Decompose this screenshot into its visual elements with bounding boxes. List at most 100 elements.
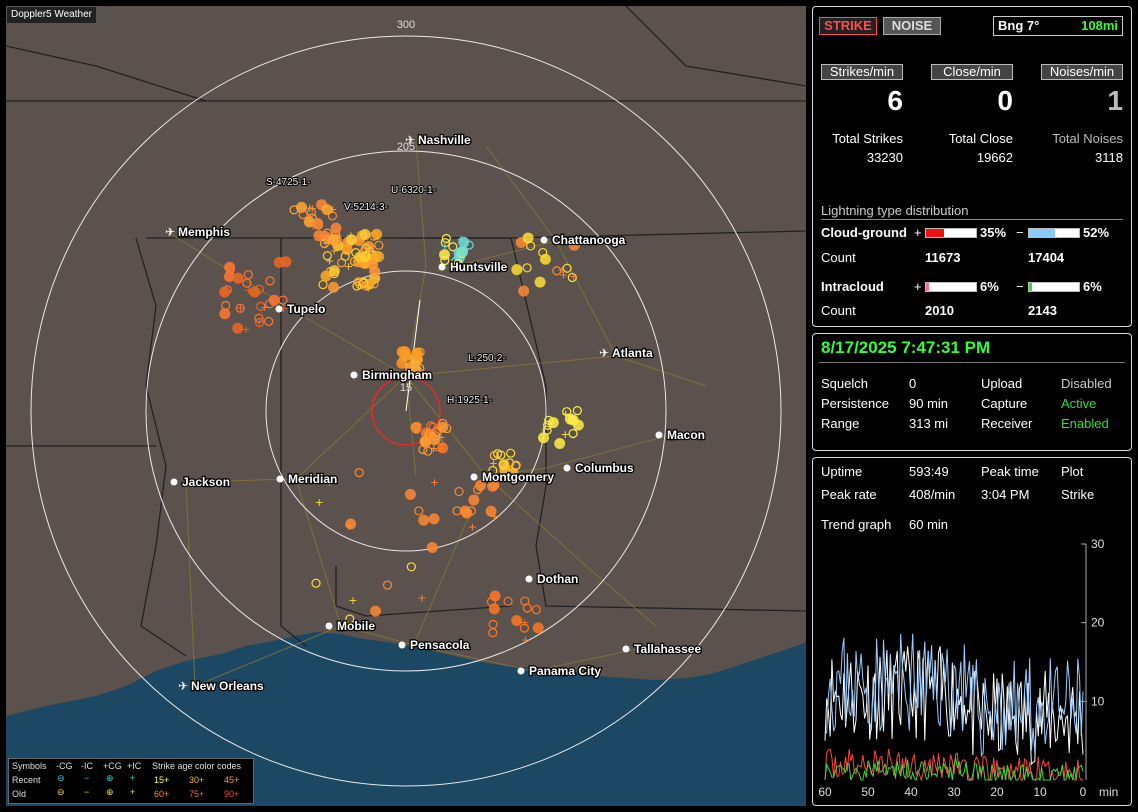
city-dot bbox=[325, 622, 333, 630]
ic-count-label: Count bbox=[821, 303, 856, 318]
city-label: Pensacola bbox=[410, 638, 470, 652]
city-nashville: ✈ Nashville bbox=[405, 132, 472, 149]
strike-marker bbox=[534, 276, 546, 288]
x-tick-label: 60 bbox=[818, 785, 832, 799]
y-tick-label: 20 bbox=[1091, 616, 1105, 630]
city-dot bbox=[563, 464, 571, 472]
total-strikes-value: 33230 bbox=[866, 150, 903, 165]
close-per-min-header: Close/min bbox=[931, 64, 1013, 80]
strike-marker bbox=[522, 232, 534, 244]
strike-marker bbox=[567, 414, 579, 426]
city-label: Meridian bbox=[288, 472, 337, 486]
bearing-value: Bng 7° bbox=[998, 18, 1040, 33]
strike-marker bbox=[359, 228, 371, 240]
strike-marker bbox=[373, 251, 385, 263]
x-tick-label: 30 bbox=[947, 785, 961, 799]
strike-marker: + bbox=[520, 616, 529, 629]
cg-positive-bar bbox=[925, 228, 977, 238]
legend-recent-label: Recent bbox=[12, 775, 41, 785]
city-label: Macon bbox=[667, 428, 705, 442]
strike-marker bbox=[511, 264, 523, 276]
strike-marker bbox=[532, 622, 544, 634]
storm-cell-label: H-1925-1- bbox=[447, 395, 492, 406]
city-label: Birmingham bbox=[362, 368, 432, 382]
strike-marker: + bbox=[364, 282, 373, 295]
strike-marker: + bbox=[440, 240, 449, 253]
uptime-label: Uptime bbox=[821, 464, 863, 479]
noise-mode-button[interactable]: NOISE bbox=[883, 17, 941, 35]
strike-marker bbox=[428, 513, 440, 525]
cg-count-label: Count bbox=[821, 250, 856, 265]
strike-marker: + bbox=[344, 260, 353, 273]
cg-negative-bar bbox=[1028, 228, 1080, 238]
ic-positive-pct: 6% bbox=[980, 279, 999, 294]
strike-marker bbox=[420, 436, 432, 448]
strike-marker bbox=[426, 541, 438, 553]
city-dot bbox=[540, 236, 548, 244]
range-label-inner: 15 bbox=[400, 382, 412, 394]
city-label: Huntsville bbox=[450, 260, 508, 274]
city-label: Montgomery bbox=[482, 470, 554, 484]
legend-age-90: 90+ bbox=[224, 789, 240, 799]
trend-graph: 30 20 10 60 50 40 30 20 10 0 min bbox=[818, 537, 1118, 799]
strike-marker: + bbox=[456, 232, 465, 245]
city-label: Panama City bbox=[529, 664, 601, 678]
distribution-divider bbox=[821, 219, 1123, 220]
legend-col-pos-cg: +CG bbox=[103, 761, 122, 771]
strike-marker bbox=[418, 514, 430, 526]
city-label: Memphis bbox=[178, 225, 230, 239]
ic-negative-bar bbox=[1028, 282, 1080, 292]
map-legend: Symbols -CG -IC +CG +IC Strike age color… bbox=[8, 758, 254, 804]
range-label-outer: 300 bbox=[397, 19, 415, 31]
lightning-map[interactable]: 300 205 15 + + + + + + + + + + + + + + + + + + + + + + + + + + + + +… bbox=[5, 5, 807, 806]
city-chattanooga: Chattanooga bbox=[540, 232, 627, 248]
x-tick-label: 40 bbox=[904, 785, 918, 799]
peak-rate-value: 408/min bbox=[909, 487, 956, 502]
cg-negative-pct: 52% bbox=[1083, 225, 1110, 240]
trend-panel: Uptime 593:49 Peak time Plot Peak rate 4… bbox=[812, 457, 1132, 806]
current-datetime: 8/17/2025 7:47:31 PM bbox=[821, 338, 991, 357]
legend-old-pos-cg-icon: ⊕ bbox=[106, 787, 114, 797]
strike-marker bbox=[280, 256, 292, 268]
strike-marker: + bbox=[348, 594, 357, 607]
legend-age-15: 15+ bbox=[154, 775, 170, 785]
persistence-label: Persistence bbox=[821, 396, 889, 411]
city-label: Columbus bbox=[575, 461, 634, 475]
airport-icon: ✈ bbox=[165, 225, 175, 239]
squelch-label: Squelch bbox=[821, 376, 868, 391]
status-divider bbox=[819, 362, 1125, 363]
strikes-per-min-value: 6 bbox=[887, 85, 903, 116]
city-dot bbox=[622, 645, 630, 653]
legend-age-75: 75+ bbox=[189, 789, 205, 799]
strike-stats-panel: STRIKE NOISE Bng 7° 108mi Strikes/min Cl… bbox=[812, 6, 1132, 327]
cg-negative-count: 17404 bbox=[1028, 250, 1065, 265]
legend-old-neg-ic-icon: − bbox=[84, 787, 90, 797]
plot-value[interactable]: Strike bbox=[1061, 487, 1094, 502]
strike-marker: + bbox=[255, 315, 264, 328]
map-canvas[interactable]: 300 205 15 +++++++++ +++++++++++++ ++ +++++… bbox=[5, 5, 807, 806]
strike-marker: + bbox=[569, 270, 578, 283]
peak-time-label: Peak time bbox=[981, 464, 1039, 479]
city-dot bbox=[470, 473, 478, 481]
trend-series bbox=[824, 646, 1084, 766]
storm-cell-label: S-4725-1- bbox=[266, 177, 310, 188]
city-columbus: Columbus bbox=[563, 460, 635, 476]
legend-recent-neg-cg-icon: ⊖ bbox=[57, 773, 65, 783]
strike-marker bbox=[539, 253, 551, 265]
cg-negative-sign: − bbox=[1016, 225, 1024, 240]
strike-marker: + bbox=[236, 301, 245, 314]
strike-marker: + bbox=[244, 284, 253, 297]
x-tick-label: 10 bbox=[1033, 785, 1047, 799]
strike-marker bbox=[371, 228, 383, 240]
strike-mode-button[interactable]: STRIKE bbox=[819, 17, 877, 35]
strike-marker bbox=[345, 234, 357, 246]
ic-negative-pct: 6% bbox=[1083, 279, 1102, 294]
legend-col-neg-cg: -CG bbox=[56, 761, 73, 771]
legend-col-neg-ic: -IC bbox=[81, 761, 93, 771]
ic-positive-bar bbox=[925, 282, 977, 292]
city-dot bbox=[170, 478, 178, 486]
receiver-label: Receiver bbox=[981, 416, 1033, 431]
persistence-value: 90 min bbox=[909, 396, 949, 411]
uptime-value: 593:49 bbox=[909, 464, 949, 479]
strike-marker: + bbox=[330, 244, 339, 257]
